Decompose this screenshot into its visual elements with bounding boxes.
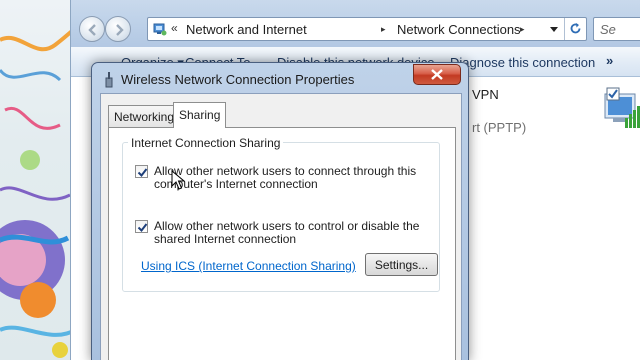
tab-sharing[interactable]: Sharing — [173, 102, 227, 128]
allow-control-checkbox[interactable] — [135, 220, 148, 233]
breadcrumb-separator[interactable]: ▸ — [520, 24, 525, 35]
connection-properties-dialog: Wireless Network Connection Properties N… — [91, 62, 469, 360]
breadcrumb-network-connections[interactable]: Network Connections — [397, 22, 521, 37]
sharing-tab-panel: Internet Connection Sharing Allow other … — [108, 127, 456, 360]
explorer-toolbar: « Network and Internet ▸ Network Connect… — [71, 0, 640, 47]
close-button[interactable] — [413, 64, 461, 85]
vpn-connection-icon[interactable] — [599, 84, 640, 136]
allow-connect-checkbox[interactable] — [135, 165, 148, 178]
address-bar[interactable]: « Network and Internet ▸ Network Connect… — [147, 17, 587, 41]
dialog-body: Networking Sharing Internet Connection S… — [100, 93, 462, 360]
ics-help-link[interactable]: Using ICS (Internet Connection Sharing) — [141, 259, 356, 273]
connection-name[interactable]: VPN — [472, 87, 499, 102]
more-commands-button[interactable]: » — [606, 53, 613, 68]
tab-networking[interactable]: Networking — [108, 105, 181, 127]
checkmark-icon — [137, 168, 148, 178]
search-input[interactable]: Se — [593, 17, 640, 41]
breadcrumb-overflow[interactable]: « — [171, 21, 178, 35]
forward-button[interactable] — [105, 16, 131, 42]
allow-control-label-line2[interactable]: shared Internet connection — [154, 233, 296, 246]
close-icon — [431, 69, 443, 80]
diagnose-connection-button[interactable]: Diagnose this connection — [450, 55, 595, 70]
back-arrow-icon — [88, 24, 96, 36]
connection-type: rt (PPTP) — [472, 120, 527, 135]
mouse-cursor-icon — [171, 170, 185, 190]
refresh-icon — [570, 23, 581, 34]
breadcrumb-network-and-internet[interactable]: Network and Internet — [186, 22, 307, 37]
refresh-button[interactable] — [564, 18, 586, 40]
network-folder-icon — [153, 23, 167, 36]
dialog-title: Wireless Network Connection Properties — [121, 72, 355, 87]
forward-arrow-icon — [116, 24, 124, 36]
ics-group-label: Internet Connection Sharing — [128, 136, 284, 150]
address-dropdown-icon[interactable] — [550, 27, 558, 32]
settings-button[interactable]: Settings... — [365, 253, 438, 276]
checkmark-icon — [137, 223, 148, 233]
desktop-wallpaper — [0, 0, 80, 360]
wireless-adapter-icon — [105, 72, 113, 88]
back-button[interactable] — [79, 16, 105, 42]
breadcrumb-separator[interactable]: ▸ — [381, 24, 386, 35]
